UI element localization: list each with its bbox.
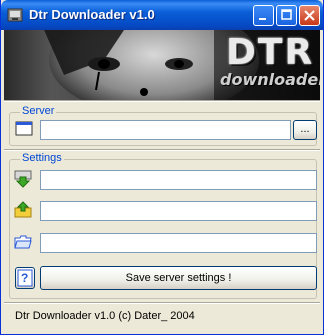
help-label: ? <box>21 271 29 285</box>
close-button[interactable] <box>299 5 320 26</box>
minimize-button[interactable] <box>253 5 274 26</box>
window-icon <box>15 121 33 136</box>
server-group-label: Server <box>20 105 57 117</box>
banner-divider <box>4 100 320 102</box>
maximize-icon <box>281 9 292 20</box>
browse-button[interactable]: ... <box>293 120 317 140</box>
window-title: Dtr Downloader v1.0 <box>29 7 155 22</box>
folder-icon <box>14 235 32 249</box>
banner-logo-sub: downloader <box>220 70 320 89</box>
download-path-input[interactable] <box>40 170 317 190</box>
close-icon <box>304 10 315 21</box>
section-divider <box>4 149 320 151</box>
minimize-icon <box>259 18 266 20</box>
folder-path-input[interactable] <box>40 233 317 253</box>
help-button[interactable]: ? <box>15 267 35 289</box>
banner-logo-main: DTR <box>226 32 315 73</box>
download-icon <box>14 170 32 188</box>
server-input[interactable] <box>40 120 291 140</box>
maximize-button[interactable] <box>276 5 297 26</box>
settings-group-label: Settings <box>20 152 64 164</box>
app-window: Dtr Downloader v1.0 DTR downloader Serve… <box>0 0 324 335</box>
app-icon <box>7 8 23 22</box>
upload-path-input[interactable] <box>40 201 317 221</box>
upload-folder-icon <box>14 201 32 218</box>
save-settings-button[interactable]: Save server settings ! <box>40 266 317 290</box>
status-text: Dtr Downloader v1.0 (c) Dater_ 2004 <box>15 310 195 322</box>
banner-image: DTR downloader <box>4 30 320 100</box>
status-divider <box>4 302 320 304</box>
title-bar[interactable]: Dtr Downloader v1.0 <box>1 0 323 30</box>
